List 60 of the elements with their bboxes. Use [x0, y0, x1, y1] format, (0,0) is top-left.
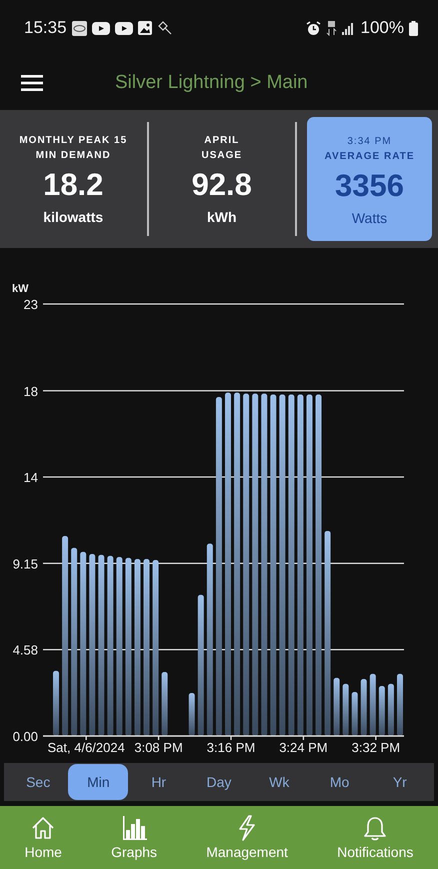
x-tick-label: 3:16 PM	[206, 740, 256, 755]
bar	[370, 674, 376, 736]
stat-value: 18.2	[43, 167, 104, 203]
range-tab[interactable]: Sec	[8, 764, 68, 800]
nav-item[interactable]: Graphs	[111, 815, 158, 860]
bar	[352, 692, 358, 736]
x-tick-label: 3:32 PM	[352, 740, 400, 755]
alarm-icon	[306, 20, 321, 36]
bar	[397, 674, 403, 736]
y-tick-label: 23	[24, 297, 38, 312]
x-tick-label: Sat, 4/6/2024	[47, 740, 125, 755]
signal-icon	[342, 22, 356, 34]
stat-value: 92.8	[192, 167, 252, 203]
y-tick-label: 18	[24, 384, 38, 399]
data-icon	[326, 20, 337, 36]
nav-item[interactable]: Management	[206, 815, 288, 860]
screen-title: Silver Lightning > Main	[115, 72, 308, 94]
stat-label: AVERAGE RATE	[324, 150, 414, 164]
bar	[188, 693, 195, 736]
nav-item[interactable]: Home	[24, 815, 62, 860]
bar	[334, 678, 340, 736]
flashlight-icon	[156, 20, 173, 36]
battery-percent: 100%	[360, 18, 404, 38]
play-icon	[114, 22, 133, 34]
app-badge-icon	[72, 20, 87, 36]
stat-unit: kilowatts	[43, 209, 104, 225]
stat-label: MONTHLY PEAK 15	[19, 134, 128, 148]
x-tick-label: 3:24 PM	[279, 740, 328, 755]
status-time: 15:35	[24, 18, 67, 38]
y-tick-label: 9.15	[12, 556, 38, 572]
y-tick-label: 0.00	[12, 729, 38, 744]
bar	[378, 686, 385, 736]
stat-label: APRIL	[204, 134, 240, 148]
menu-button[interactable]	[21, 75, 43, 91]
stat-time: 3:34 PM	[347, 134, 392, 148]
battery-icon	[409, 20, 418, 36]
bar	[388, 684, 394, 736]
bar	[53, 670, 59, 736]
axis-unit: kW	[12, 283, 28, 295]
bar	[342, 684, 349, 736]
stat-unit: Watts	[352, 210, 388, 226]
bar	[360, 679, 367, 736]
bar	[162, 672, 168, 736]
nav-item[interactable]: Notifications	[337, 815, 414, 860]
play-icon	[92, 22, 110, 34]
y-tick-label: 14	[24, 470, 38, 485]
range-tab[interactable]: Wk	[249, 764, 310, 800]
stat-label: MIN DEMAND	[36, 149, 111, 163]
stat-label: USAGE	[201, 149, 242, 163]
stat-value: 3356	[335, 168, 404, 204]
range-tab[interactable]: Mo	[310, 764, 370, 800]
y-tick-label: 4.58	[12, 642, 38, 658]
range-tab[interactable]: Yr	[370, 764, 430, 800]
x-tick-label: 3:08 PM	[134, 740, 183, 755]
image-icon	[138, 21, 152, 35]
range-tab[interactable]: Min	[68, 764, 128, 800]
stat-unit: kWh	[206, 209, 237, 225]
range-tab[interactable]: Day	[188, 764, 249, 800]
range-tab[interactable]: Hr	[128, 764, 189, 800]
bar-chart-icon	[120, 815, 148, 841]
